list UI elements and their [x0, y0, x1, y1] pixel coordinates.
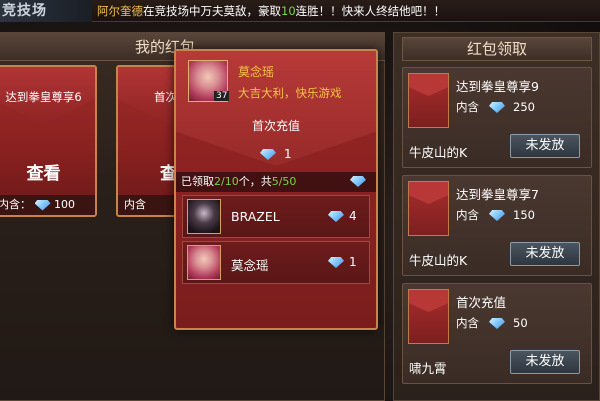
diamond-icon — [260, 149, 276, 160]
announcement-player-name: 阿尔奎德 — [97, 4, 143, 18]
claimed-prefix: 已领取 — [181, 175, 214, 188]
claimable-packet-card: 达到拳皇尊享7 内含 150 牛皮山的K 未发放 — [402, 175, 592, 276]
packet-wish: 大吉大利，快乐游戏 — [238, 86, 342, 100]
claimed-amount: 4 — [328, 209, 357, 223]
diamond-icon — [350, 176, 366, 187]
diamond-icon — [489, 102, 505, 113]
claimable-packet-card: 达到拳皇尊享9 内含 250 牛皮山的K 未发放 — [402, 67, 592, 168]
view-packet-button[interactable]: 查看 — [0, 159, 95, 184]
claim-record-row: BRAZEL 4 — [182, 195, 370, 238]
screen-title: 竞技场 — [0, 0, 92, 22]
claim-record-row: 莫念瑶 1 — [182, 241, 370, 284]
announcement-text: 阿尔奎德在竞技场中万夫莫敌，豪取10连胜！！快来人终结他吧！！ — [97, 2, 445, 20]
packet-sender: 牛皮山的K — [409, 145, 468, 160]
claimable-packet-card: 首次充值 内含 50 啸九霄 未发放 — [402, 283, 592, 384]
packet-amount-value: 1 — [284, 147, 292, 161]
packet-amount: 50 — [513, 316, 528, 330]
claimed-count: 2/10 — [214, 175, 239, 188]
claimed-mid: 个，共 — [238, 175, 272, 188]
packet-amount: 1 — [260, 147, 292, 161]
red-packet-icon — [408, 289, 449, 344]
packet-title: 首次充值 — [456, 295, 507, 310]
sender-level: 37 — [214, 91, 230, 101]
red-packet-card[interactable]: 达到拳皇尊享6 查看 内含： 100 — [0, 65, 97, 217]
not-issued-button[interactable]: 未发放 — [510, 134, 580, 158]
diamond-icon — [328, 211, 344, 222]
announcement-streak: 10 — [281, 4, 296, 18]
packet-contents: 内含 250 — [456, 99, 535, 115]
claimed-amount: 1 — [328, 255, 357, 269]
diamond-icon — [34, 199, 51, 211]
diamond-icon — [328, 257, 344, 268]
packet-amount: 150 — [513, 208, 535, 222]
packet-contents: 内含 150 — [456, 207, 535, 223]
red-packet-icon — [408, 73, 449, 128]
dark-haired-avatar — [187, 199, 221, 234]
pink-haired-avatar — [187, 245, 221, 280]
packet-sender: 啸九霄 — [409, 361, 447, 376]
packet-contains-label: 内含 — [456, 100, 479, 114]
packet-contains-label: 内含 — [124, 198, 146, 211]
claimed-total: 5/50 — [271, 175, 297, 188]
packet-contains-label: 内含： — [0, 198, 31, 211]
packet-contents: 内含： 100 — [0, 195, 95, 215]
claim-red-packets-title: 红包领取 — [466, 40, 527, 58]
packet-amount: 100 — [54, 198, 75, 211]
packet-contains-label: 内含 — [456, 208, 479, 222]
claimed-amount-value: 4 — [349, 209, 357, 223]
red-packet-icon — [408, 181, 449, 236]
packet-amount: 250 — [513, 100, 535, 114]
claimed-status: 已领取2/10个，共5/50 — [176, 172, 376, 192]
packet-contains-label: 内含 — [456, 316, 479, 330]
claimer-name: BRAZEL — [231, 209, 280, 224]
red-packet-detail-popup: 37 莫念瑶 大吉大利，快乐游戏 首次充值 1 已领取2/10个，共5/50 B… — [174, 49, 378, 330]
claimer-name: 莫念瑶 — [231, 258, 269, 273]
packet-title: 达到拳皇尊享6 — [5, 90, 82, 104]
announcement-text-before: 在竞技场中万夫莫敌，豪取 — [143, 4, 281, 18]
packet-title: 达到拳皇尊享9 — [456, 79, 539, 94]
packet-title: 达到拳皇尊享7 — [456, 187, 539, 202]
not-issued-button[interactable]: 未发放 — [510, 350, 580, 374]
diamond-icon — [489, 318, 505, 329]
packet-sender: 牛皮山的K — [409, 253, 468, 268]
not-issued-button[interactable]: 未发放 — [510, 242, 580, 266]
announcement-text-after: 连胜！！快来人终结他吧！！ — [295, 4, 446, 18]
packet-contents: 内含 50 — [456, 315, 528, 331]
packet-title: 首次充值 — [251, 119, 300, 133]
diamond-icon — [489, 210, 505, 221]
claimed-amount-value: 1 — [349, 255, 357, 269]
sender-name: 莫念瑶 — [238, 65, 275, 79]
